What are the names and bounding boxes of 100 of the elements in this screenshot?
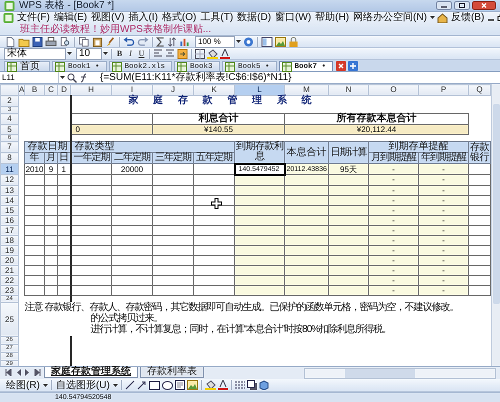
caret-icon[interactable] [430,16,435,20]
table-cell[interactable] [70,215,112,225]
name-box[interactable]: L11 [0,72,59,83]
caret-icon[interactable] [112,384,118,386]
table-cell[interactable] [70,255,112,265]
column-header[interactable]: H [70,84,112,96]
table-cell[interactable] [152,285,194,295]
arrow-icon[interactable] [136,380,147,390]
row-header[interactable]: 5 [0,124,18,134]
style-button[interactable]: U [136,48,147,58]
table-cell[interactable] [194,285,234,295]
font-size-field[interactable]: 10 [76,48,102,60]
row-header[interactable]: 19 [0,245,18,255]
table-cell[interactable] [70,265,112,275]
table-cell[interactable] [44,215,58,225]
align-left-icon[interactable] [153,49,163,58]
menu-item[interactable]: 编辑(E) [52,12,90,24]
table-cell[interactable] [112,285,152,295]
font-color-icon[interactable] [220,48,230,58]
page-magnifier-icon[interactable] [59,36,71,46]
table-cell[interactable] [152,235,194,245]
document-tab[interactable]: 首页 [4,61,50,71]
table-cell[interactable] [44,275,58,285]
table-cell[interactable] [44,265,58,275]
printer-icon[interactable] [45,36,57,46]
left-arrow-icon[interactable] [16,369,21,376]
line-icon[interactable] [124,380,135,390]
table-cell[interactable] [24,185,44,195]
menu-item[interactable]: 格式(O) [160,12,198,24]
table-cell[interactable] [70,174,112,185]
menu-item[interactable]: 窗口(W) [273,12,314,24]
table-cell[interactable] [24,235,44,245]
function-icon[interactable] [79,72,89,82]
table-cell[interactable] [194,275,234,285]
row-header[interactable]: 21 [0,265,18,275]
table-cell[interactable] [112,185,152,195]
column-header[interactable]: I [112,84,152,96]
menu-item[interactable]: 反馈(B) [448,12,486,24]
font-color-icon[interactable] [218,380,228,390]
table-cell[interactable] [58,205,70,215]
copy-icon[interactable] [78,36,90,46]
table-cell[interactable] [152,265,194,275]
column-header[interactable]: O [368,84,418,96]
table-cell[interactable] [24,215,44,225]
column-header[interactable]: Q [468,84,490,96]
row-header[interactable]: 15 [0,205,18,215]
last-arrow-icon[interactable] [34,369,41,376]
caret-icon[interactable] [60,76,65,79]
right-arrow-icon[interactable] [25,369,30,376]
menu-item[interactable]: 视图(V) [89,12,126,24]
oval-icon[interactable] [162,380,173,390]
menu-item[interactable]: 工具(T) [198,12,236,24]
table-cell[interactable] [44,205,58,215]
horizontal-scrollbar[interactable] [304,368,496,379]
table-cell[interactable] [58,275,70,285]
column-header[interactable]: M [284,84,328,96]
table-cell[interactable] [194,255,234,265]
row-header[interactable]: 25 [0,302,18,336]
bar-chart-icon[interactable] [179,36,190,46]
caret-icon[interactable] [236,40,241,43]
table-cell[interactable] [152,174,194,185]
shadow-icon[interactable] [246,380,257,390]
table-cell[interactable] [112,255,152,265]
column-header[interactable]: L [234,84,284,96]
caret-icon[interactable] [67,52,72,55]
promo-link[interactable]: 班主任必读教程！妙用WPS表格制作课贴... [20,24,212,35]
table-cell[interactable] [194,215,234,225]
table-cell[interactable] [112,235,152,245]
first-arrow-icon[interactable] [5,369,12,376]
style-button[interactable]: I [125,48,136,58]
sheet-tab[interactable]: 存款利率表 [140,367,204,378]
table-cell[interactable] [152,225,194,235]
row-header[interactable]: 2 [0,96,18,106]
row-header[interactable]: 16 [0,215,18,225]
column-header[interactable]: B [24,84,44,96]
table-cell[interactable]: 20000 [112,164,152,174]
column-header[interactable]: C [44,84,58,96]
borders-icon[interactable] [195,48,205,58]
row-header[interactable]: 20 [0,255,18,265]
table-cell[interactable] [152,215,194,225]
table-cell[interactable] [70,225,112,235]
row-header[interactable]: 12 [0,174,18,185]
menu-item[interactable]: 文件(F) [15,12,52,24]
window-layout-icon[interactable] [261,36,273,46]
toolbar-menu[interactable]: 自选图形(U) [54,380,112,390]
formula-field[interactable]: {=SUM(E11:K11*存款利率表!C$6:I$6)*N11} [100,72,292,83]
table-cell[interactable] [194,174,234,185]
line-style-icon[interactable] [234,380,245,390]
table-cell[interactable] [24,275,44,285]
row-header[interactable]: 8 [0,152,18,164]
table-cell[interactable] [58,174,70,185]
row-header[interactable]: 23 [0,285,18,295]
table-cell[interactable] [112,215,152,225]
table-cell[interactable] [24,225,44,235]
fill-bucket-icon[interactable] [204,380,216,390]
table-cell[interactable] [44,174,58,185]
table-cell[interactable] [112,245,152,255]
table-cell[interactable] [70,245,112,255]
align-center-icon[interactable] [165,49,175,58]
table-cell[interactable] [58,245,70,255]
